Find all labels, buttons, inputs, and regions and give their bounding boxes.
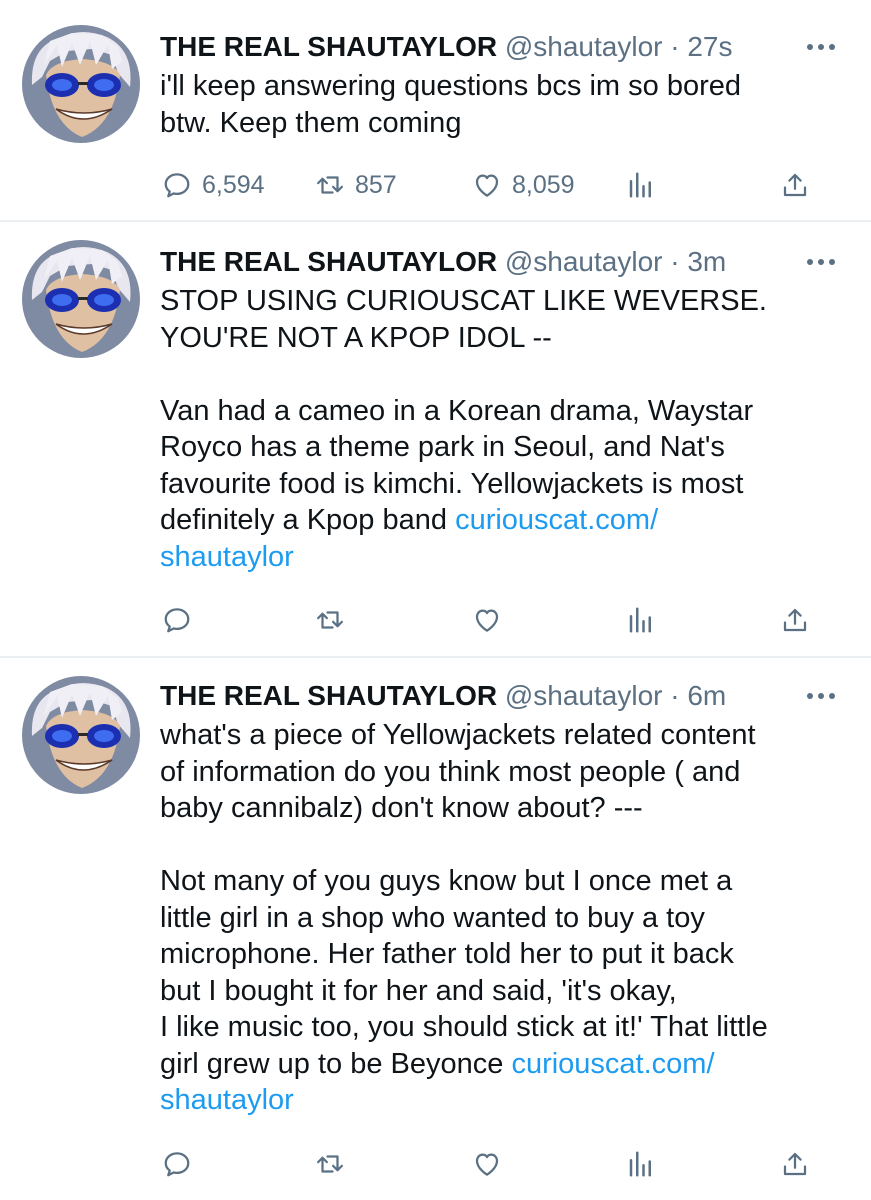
tweet-text: STOP USING CURIOUSCAT LIKE WEVERSE. YOU'… [160, 283, 850, 575]
analytics-icon [629, 607, 651, 633]
tweet-actions [0, 1144, 871, 1184]
text-line: shautaylor [160, 1082, 850, 1119]
timestamp[interactable]: 6m [687, 680, 726, 711]
curiouscat-link[interactable]: curiouscat.com/ [511, 1048, 714, 1080]
text-line: girl grew up to be Beyonce curiouscat.co… [160, 1046, 850, 1083]
analytics-button[interactable] [626, 600, 656, 640]
separator-dot: · [670, 680, 680, 711]
retweet-count: 857 [355, 170, 397, 199]
reply-icon [164, 1152, 190, 1177]
retweet-icon [317, 611, 343, 629]
like-count: 8,059 [512, 170, 575, 199]
text-line-content: definitely a Kpop band [160, 504, 447, 536]
retweet-icon [317, 1155, 343, 1173]
text-line: what's a piece of Yellowjackets related … [160, 719, 756, 751]
text-line: favourite food is kimchi. Yellowjackets … [160, 467, 744, 500]
timestamp[interactable]: 3m [687, 246, 726, 277]
share-button[interactable] [780, 165, 810, 205]
like-icon [475, 174, 499, 197]
retweet-icon [317, 176, 343, 194]
tweet-text: i'll keep answering questions bcs im so … [160, 68, 850, 141]
author-name[interactable]: THE REAL SHAUTAYLOR [160, 246, 497, 277]
author-name[interactable]: THE REAL SHAUTAYLOR [160, 680, 497, 711]
avatar[interactable] [22, 25, 140, 143]
curiouscat-link[interactable]: curiouscat.com/ [455, 504, 658, 536]
text-line: shautaylor [160, 539, 850, 576]
tweet[interactable]: THE REAL SHAUTAYLOR @shautaylor · 6m wha… [0, 658, 871, 1200]
text-line: i'll keep answering questions bcs im so … [160, 70, 742, 102]
curiouscat-link[interactable]: shautaylor [160, 1084, 294, 1116]
reply-button[interactable] [162, 1144, 192, 1184]
share-icon [783, 1152, 807, 1176]
like-button[interactable]: 8,059 [472, 165, 575, 205]
text-line: definitely a Kpop band curiouscat.com/ [160, 502, 850, 539]
avatar[interactable] [22, 240, 140, 358]
tweet-actions: 6,594 857 8,059 [0, 165, 871, 205]
text-line: little girl in a shop who wanted to buy … [160, 901, 705, 934]
reply-icon [164, 173, 190, 198]
text-line: microphone. Her father told her to put i… [160, 938, 734, 970]
reply-button[interactable] [162, 600, 192, 640]
separator-dot: · [670, 31, 680, 62]
author-name[interactable]: THE REAL SHAUTAYLOR [160, 31, 497, 62]
text-line: I like music too, you should stick at it… [160, 1011, 768, 1043]
text-line: Not many of you guys know but I once met… [160, 865, 733, 897]
more-icon [807, 44, 835, 50]
more-options-button[interactable] [801, 27, 841, 67]
retweet-button[interactable] [315, 1144, 345, 1184]
like-icon [475, 1153, 499, 1176]
text-line: btw. Keep them coming [160, 106, 462, 139]
retweet-button[interactable]: 857 [315, 165, 397, 205]
tweet[interactable]: THE REAL SHAUTAYLOR @shautaylor · 27s i'… [0, 0, 871, 220]
analytics-icon [629, 172, 651, 198]
reply-count: 6,594 [202, 170, 265, 199]
text-line: STOP USING CURIOUSCAT LIKE WEVERSE. [160, 285, 767, 317]
reply-button[interactable]: 6,594 [162, 165, 265, 205]
tweet-header: THE REAL SHAUTAYLOR @shautaylor · 6m [160, 676, 811, 716]
analytics-button[interactable] [626, 1144, 656, 1184]
text-line: baby cannibalz) don't know about? --- [160, 792, 643, 824]
retweet-button[interactable] [315, 600, 345, 640]
text-line: YOU'RE NOT A KPOP IDOL -- [160, 321, 552, 354]
like-button[interactable] [472, 600, 502, 640]
like-icon [475, 609, 499, 632]
share-icon [783, 173, 807, 197]
reply-icon [164, 608, 190, 633]
tweet-header: THE REAL SHAUTAYLOR @shautaylor · 27s [160, 27, 811, 67]
author-handle[interactable]: @shautaylor [505, 680, 663, 711]
curiouscat-link[interactable]: shautaylor [160, 541, 294, 573]
share-button[interactable] [780, 600, 810, 640]
timestamp[interactable]: 27s [687, 31, 732, 62]
text-line: but I bought it for her and said, 'it's … [160, 974, 677, 1007]
tweet-actions [0, 600, 871, 640]
separator-dot: · [670, 246, 680, 277]
more-icon [807, 259, 835, 265]
tweet-text: what's a piece of Yellowjackets related … [160, 717, 850, 1119]
analytics-icon [629, 1151, 651, 1177]
author-handle[interactable]: @shautaylor [505, 246, 663, 277]
analytics-button[interactable] [626, 165, 656, 205]
avatar[interactable] [22, 676, 140, 794]
author-handle[interactable]: @shautaylor [505, 31, 663, 62]
text-line: Van had a cameo in a Korean drama, Wayst… [160, 394, 754, 427]
text-line-content: girl grew up to be Beyonce [160, 1047, 504, 1080]
tweet[interactable]: THE REAL SHAUTAYLOR @shautaylor · 3m STO… [0, 222, 871, 658]
more-options-button[interactable] [801, 242, 841, 282]
text-line: Royco has a theme park in Seoul, and Nat… [160, 431, 725, 463]
share-button[interactable] [780, 1144, 810, 1184]
more-options-button[interactable] [801, 676, 841, 716]
text-line: of information do you think most people … [160, 755, 741, 788]
share-icon [783, 608, 807, 632]
tweet-header: THE REAL SHAUTAYLOR @shautaylor · 3m [160, 242, 811, 282]
like-button[interactable] [472, 1144, 502, 1184]
more-icon [807, 693, 835, 699]
